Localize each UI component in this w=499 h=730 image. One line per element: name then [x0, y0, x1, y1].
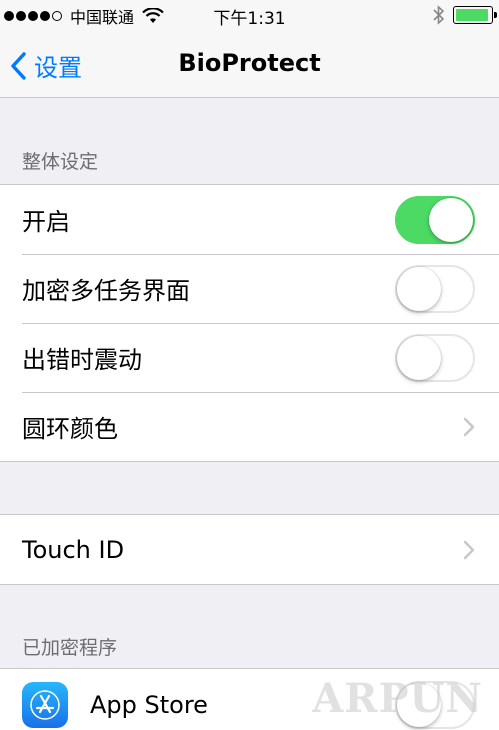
vibrate-on-error-toggle[interactable]: [395, 334, 475, 382]
status-bar: 中国联通 下午1:31: [0, 0, 499, 30]
setting-label: Touch ID: [22, 535, 125, 564]
app-name: App Store: [90, 691, 208, 719]
section-header-encrypted-apps: 已加密程序: [22, 637, 118, 659]
chevron-right-icon: [463, 417, 475, 437]
page-title: BioProtect: [178, 49, 321, 77]
encrypt-multitask-toggle[interactable]: [395, 265, 475, 313]
section-header-general: 整体设定: [22, 151, 99, 173]
app-store-icon: [22, 682, 68, 728]
setting-row-enable: 开启: [0, 185, 499, 254]
status-right: [433, 5, 497, 25]
setting-label: 加密多任务界面: [22, 277, 190, 305]
bluetooth-icon: [433, 5, 445, 25]
battery-icon: [453, 6, 497, 24]
general-settings-group: 开启 加密多任务界面 出错时震动 圆环颜色: [0, 184, 499, 462]
touch-id-group: Touch ID: [0, 514, 499, 585]
enable-toggle[interactable]: [395, 196, 475, 244]
setting-label: 出错时震动: [22, 346, 142, 374]
battery-tip: [494, 12, 497, 18]
toggle-knob: [397, 336, 441, 380]
setting-row-ring-color[interactable]: 圆环颜色: [0, 392, 499, 461]
setting-row-vibrate-on-error: 出错时震动: [0, 323, 499, 392]
watermark: ARPUN: [312, 675, 483, 722]
battery-level: [456, 9, 489, 21]
chevron-right-icon: [463, 540, 475, 560]
app-store-glyph-icon: [30, 690, 60, 720]
toggle-knob: [397, 267, 441, 311]
status-time: 下午1:31: [213, 9, 286, 29]
setting-row-encrypt-multitask: 加密多任务界面: [0, 254, 499, 323]
setting-label: 圆环颜色: [22, 415, 118, 443]
setting-label: 开启: [22, 208, 70, 236]
navigation-bar: 设置 BioProtect: [0, 30, 499, 98]
setting-row-touch-id[interactable]: Touch ID: [0, 515, 499, 584]
toggle-knob: [429, 198, 473, 242]
